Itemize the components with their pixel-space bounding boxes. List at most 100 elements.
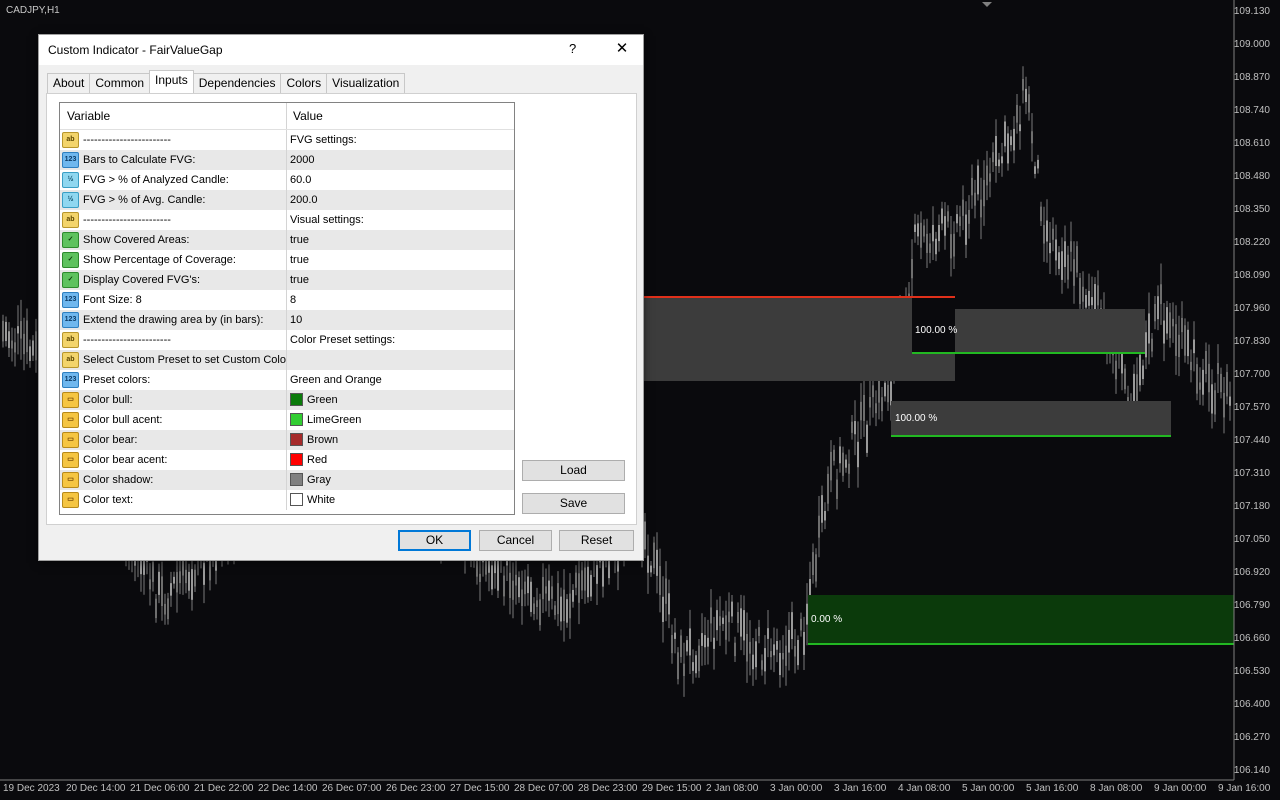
- candle-body: [1073, 259, 1075, 286]
- candle-body: [1025, 88, 1027, 103]
- tab-dependencies[interactable]: Dependencies: [192, 73, 282, 93]
- dialog-titlebar[interactable]: Custom Indicator - FairValueGap ? ✕: [39, 35, 643, 65]
- value-cell[interactable]: true: [287, 250, 514, 270]
- candle-body: [518, 577, 520, 598]
- inputs-table: Variable Value ab -----------------------…: [59, 102, 515, 515]
- table-row[interactable]: 123 Preset colors: Green and Orange: [60, 370, 514, 390]
- color-swatch[interactable]: [290, 492, 303, 506]
- candle-body: [1049, 242, 1051, 254]
- value-cell[interactable]: Green: [287, 390, 514, 410]
- table-row[interactable]: 123 Bars to Calculate FVG: 2000: [60, 150, 514, 170]
- candle-body: [527, 576, 529, 594]
- value-cell[interactable]: FVG settings:: [287, 130, 514, 150]
- chart-shift-marker[interactable]: [982, 2, 992, 7]
- value-text: Green and Orange: [290, 374, 382, 386]
- variable-cell: ▭ Color shadow:: [60, 470, 287, 490]
- column-header-value[interactable]: Value: [287, 103, 514, 129]
- value-text: Brown: [307, 434, 339, 446]
- color-swatch[interactable]: [290, 472, 303, 486]
- table-row[interactable]: ▭ Color bull acent: LimeGreen: [60, 410, 514, 430]
- price-tick-label: 106.530: [1233, 666, 1270, 677]
- candle-body: [677, 652, 679, 680]
- table-row[interactable]: 123 Font Size: 8 8: [60, 290, 514, 310]
- candle-body: [986, 165, 988, 186]
- tab-visualization[interactable]: Visualization: [326, 73, 406, 93]
- candle-body: [1184, 325, 1186, 356]
- value-text: Gray: [307, 474, 331, 486]
- value-cell[interactable]: [287, 350, 514, 370]
- value-cell[interactable]: White: [287, 490, 514, 510]
- candle-body: [872, 385, 874, 398]
- value-cell[interactable]: Color Preset settings:: [287, 330, 514, 350]
- time-tick-label: 9 Jan 16:00: [1218, 783, 1271, 794]
- save-button[interactable]: Save: [522, 493, 625, 514]
- value-cell[interactable]: true: [287, 270, 514, 290]
- table-row[interactable]: ✓ Show Percentage of Coverage: true: [60, 250, 514, 270]
- color-swatch[interactable]: [290, 412, 303, 426]
- table-row[interactable]: ▭ Color bear: Brown: [60, 430, 514, 450]
- table-row[interactable]: ✓ Display Covered FVG's: true: [60, 270, 514, 290]
- close-icon[interactable]: ✕: [612, 39, 632, 57]
- value-cell[interactable]: Green and Orange: [287, 370, 514, 390]
- candle-body: [842, 452, 844, 476]
- value-cell[interactable]: 200.0: [287, 190, 514, 210]
- time-tick-label: 29 Dec 15:00: [642, 783, 702, 794]
- value-cell[interactable]: 10: [287, 310, 514, 330]
- table-row[interactable]: ✓ Show Covered Areas: true: [60, 230, 514, 250]
- double-type-icon: ½: [62, 192, 79, 209]
- value-cell[interactable]: 2000: [287, 150, 514, 170]
- candle-body: [743, 610, 745, 641]
- candle-body: [845, 459, 847, 468]
- tab-colors[interactable]: Colors: [280, 73, 328, 93]
- candle-body: [1220, 373, 1222, 393]
- candle-body: [479, 573, 481, 582]
- value-cell[interactable]: Visual settings:: [287, 210, 514, 230]
- table-row[interactable]: ▭ Color bear acent: Red: [60, 450, 514, 470]
- table-row[interactable]: ab Select Custom Preset to set Custom Col…: [60, 350, 514, 370]
- candle-body: [821, 495, 823, 523]
- table-row[interactable]: ▭ Color shadow: Gray: [60, 470, 514, 490]
- variable-label: FVG > % of Analyzed Candle:: [83, 174, 229, 186]
- ok-button[interactable]: OK: [398, 530, 471, 551]
- price-tick-label: 107.050: [1233, 534, 1270, 545]
- table-row[interactable]: 123 Extend the drawing area by (in bars):…: [60, 310, 514, 330]
- help-icon[interactable]: ?: [569, 41, 576, 56]
- candle-body: [761, 660, 763, 670]
- candle-body: [1136, 374, 1138, 404]
- value-cell[interactable]: Red: [287, 450, 514, 470]
- value-cell[interactable]: 8: [287, 290, 514, 310]
- table-row[interactable]: ½ FVG > % of Analyzed Candle: 60.0: [60, 170, 514, 190]
- bool-type-icon: ✓: [62, 252, 79, 269]
- cancel-button[interactable]: Cancel: [479, 530, 552, 551]
- value-cell[interactable]: Brown: [287, 430, 514, 450]
- color-swatch[interactable]: [290, 432, 303, 446]
- candle-body: [803, 631, 805, 655]
- time-tick-label: 26 Dec 07:00: [322, 783, 382, 794]
- color-swatch[interactable]: [290, 452, 303, 466]
- indicator-dialog: Custom Indicator - FairValueGap ? ✕ Abou…: [38, 34, 644, 561]
- candle-body: [191, 569, 193, 600]
- value-cell[interactable]: 60.0: [287, 170, 514, 190]
- time-tick-label: 22 Dec 14:00: [258, 783, 318, 794]
- value-cell[interactable]: LimeGreen: [287, 410, 514, 430]
- table-row[interactable]: ½ FVG > % of Avg. Candle: 200.0: [60, 190, 514, 210]
- table-row[interactable]: ▭ Color text: White: [60, 490, 514, 510]
- tab-inputs[interactable]: Inputs: [149, 70, 194, 93]
- candle-body: [1202, 369, 1204, 395]
- load-button[interactable]: Load: [522, 460, 625, 481]
- table-row[interactable]: ab ------------------------ Visual setting…: [60, 210, 514, 230]
- fvg-zone-gray-left: [640, 298, 955, 381]
- reset-button[interactable]: Reset: [559, 530, 634, 551]
- tab-common[interactable]: Common: [89, 73, 151, 93]
- value-cell[interactable]: Gray: [287, 470, 514, 490]
- candle-body: [566, 599, 568, 623]
- table-row[interactable]: ab ------------------------ FVG settings:: [60, 130, 514, 150]
- color-swatch[interactable]: [290, 392, 303, 406]
- table-row[interactable]: ▭ Color bull: Green: [60, 390, 514, 410]
- value-cell[interactable]: true: [287, 230, 514, 250]
- tab-about[interactable]: About: [47, 73, 91, 93]
- candle-body: [1064, 241, 1066, 267]
- table-row[interactable]: ab ------------------------ Color Preset s…: [60, 330, 514, 350]
- column-header-variable[interactable]: Variable: [60, 103, 287, 129]
- string-type-icon: ab: [62, 352, 79, 369]
